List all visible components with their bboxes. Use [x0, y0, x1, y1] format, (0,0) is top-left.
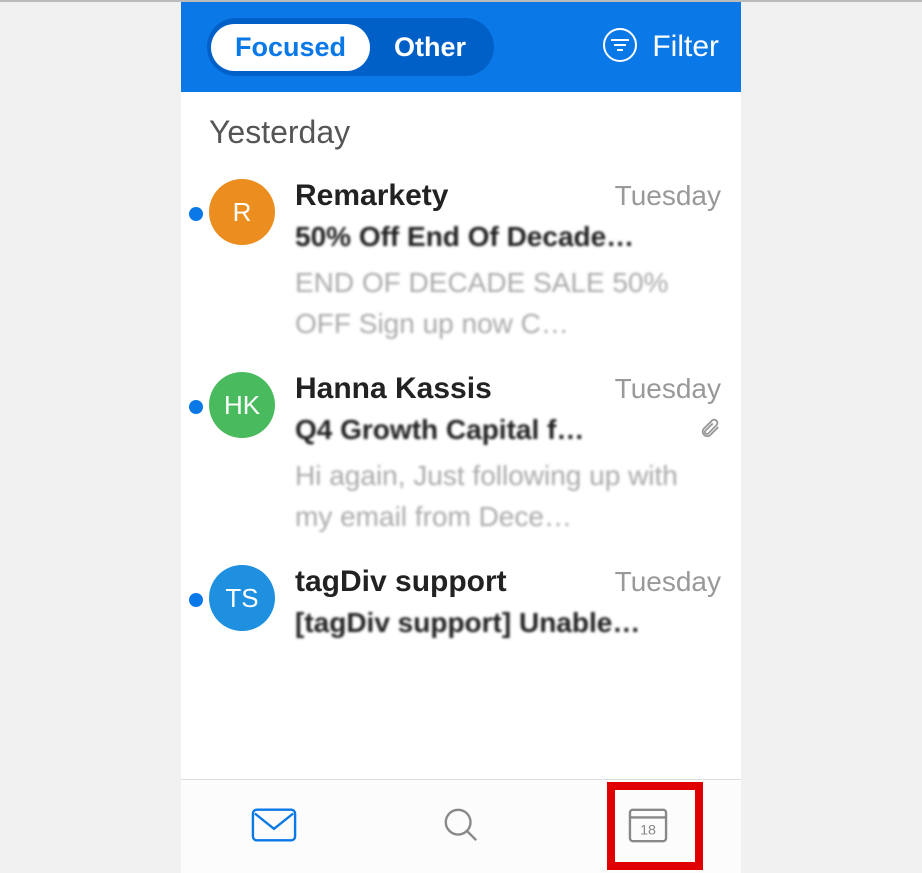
email-sender: Hanna Kassis [295, 372, 492, 406]
avatar: R [209, 179, 275, 245]
email-item[interactable]: R Remarkety Tuesday 50% Off End Of Decade… E… [181, 169, 741, 362]
outlook-inbox-screen: Focused Other Filter Yesterday R Remarket… [181, 2, 741, 873]
filter-icon [602, 27, 638, 68]
email-date: Tuesday [615, 566, 721, 598]
attachment-icon [689, 417, 721, 444]
email-body: Remarkety Tuesday 50% Off End Of Decade… EN… [295, 179, 721, 344]
nav-search[interactable] [416, 791, 506, 863]
email-item[interactable]: HK Hanna Kassis Tuesday Q4 Growth Capital f… [181, 362, 741, 555]
email-preview: Hi again, Just following up with my emai… [295, 456, 721, 537]
email-body: Hanna Kassis Tuesday Q4 Growth Capital f… H… [295, 372, 721, 537]
email-subject: [tagDiv support] Unable… [295, 607, 721, 639]
email-date: Tuesday [615, 180, 721, 212]
email-list[interactable]: Yesterday R Remarkety Tuesday 50% Off End O… [181, 92, 741, 779]
email-subject: 50% Off End Of Decade… [295, 221, 721, 253]
email-preview: END OF DECADE SALE 50% OFF Sign up now C… [295, 263, 721, 344]
email-date: Tuesday [615, 373, 721, 405]
filter-label: Filter [652, 30, 719, 64]
filter-button[interactable]: Filter [602, 27, 719, 68]
email-body: tagDiv support Tuesday [tagDiv support] Un… [295, 565, 721, 639]
tab-other[interactable]: Other [370, 24, 490, 71]
unread-dot [189, 400, 203, 414]
focused-other-segmented-control: Focused Other [207, 18, 494, 76]
avatar: TS [209, 565, 275, 631]
tab-focused[interactable]: Focused [211, 24, 370, 71]
inbox-header: Focused Other Filter [181, 2, 741, 92]
email-sender: tagDiv support [295, 565, 507, 599]
search-icon [438, 806, 484, 847]
list-section-header: Yesterday [181, 92, 741, 169]
svg-text:18: 18 [640, 823, 656, 839]
nav-mail[interactable] [229, 791, 319, 863]
nav-calendar[interactable]: 18 [603, 791, 693, 863]
mail-icon [251, 806, 297, 847]
email-subject: Q4 Growth Capital f… [295, 414, 689, 446]
unread-dot [189, 207, 203, 221]
calendar-icon: 18 [625, 806, 671, 847]
email-sender: Remarkety [295, 179, 448, 213]
unread-dot [189, 593, 203, 607]
bottom-nav: 18 [181, 779, 741, 873]
avatar: HK [209, 372, 275, 438]
email-item[interactable]: TS tagDiv support Tuesday [tagDiv support] … [181, 555, 741, 657]
